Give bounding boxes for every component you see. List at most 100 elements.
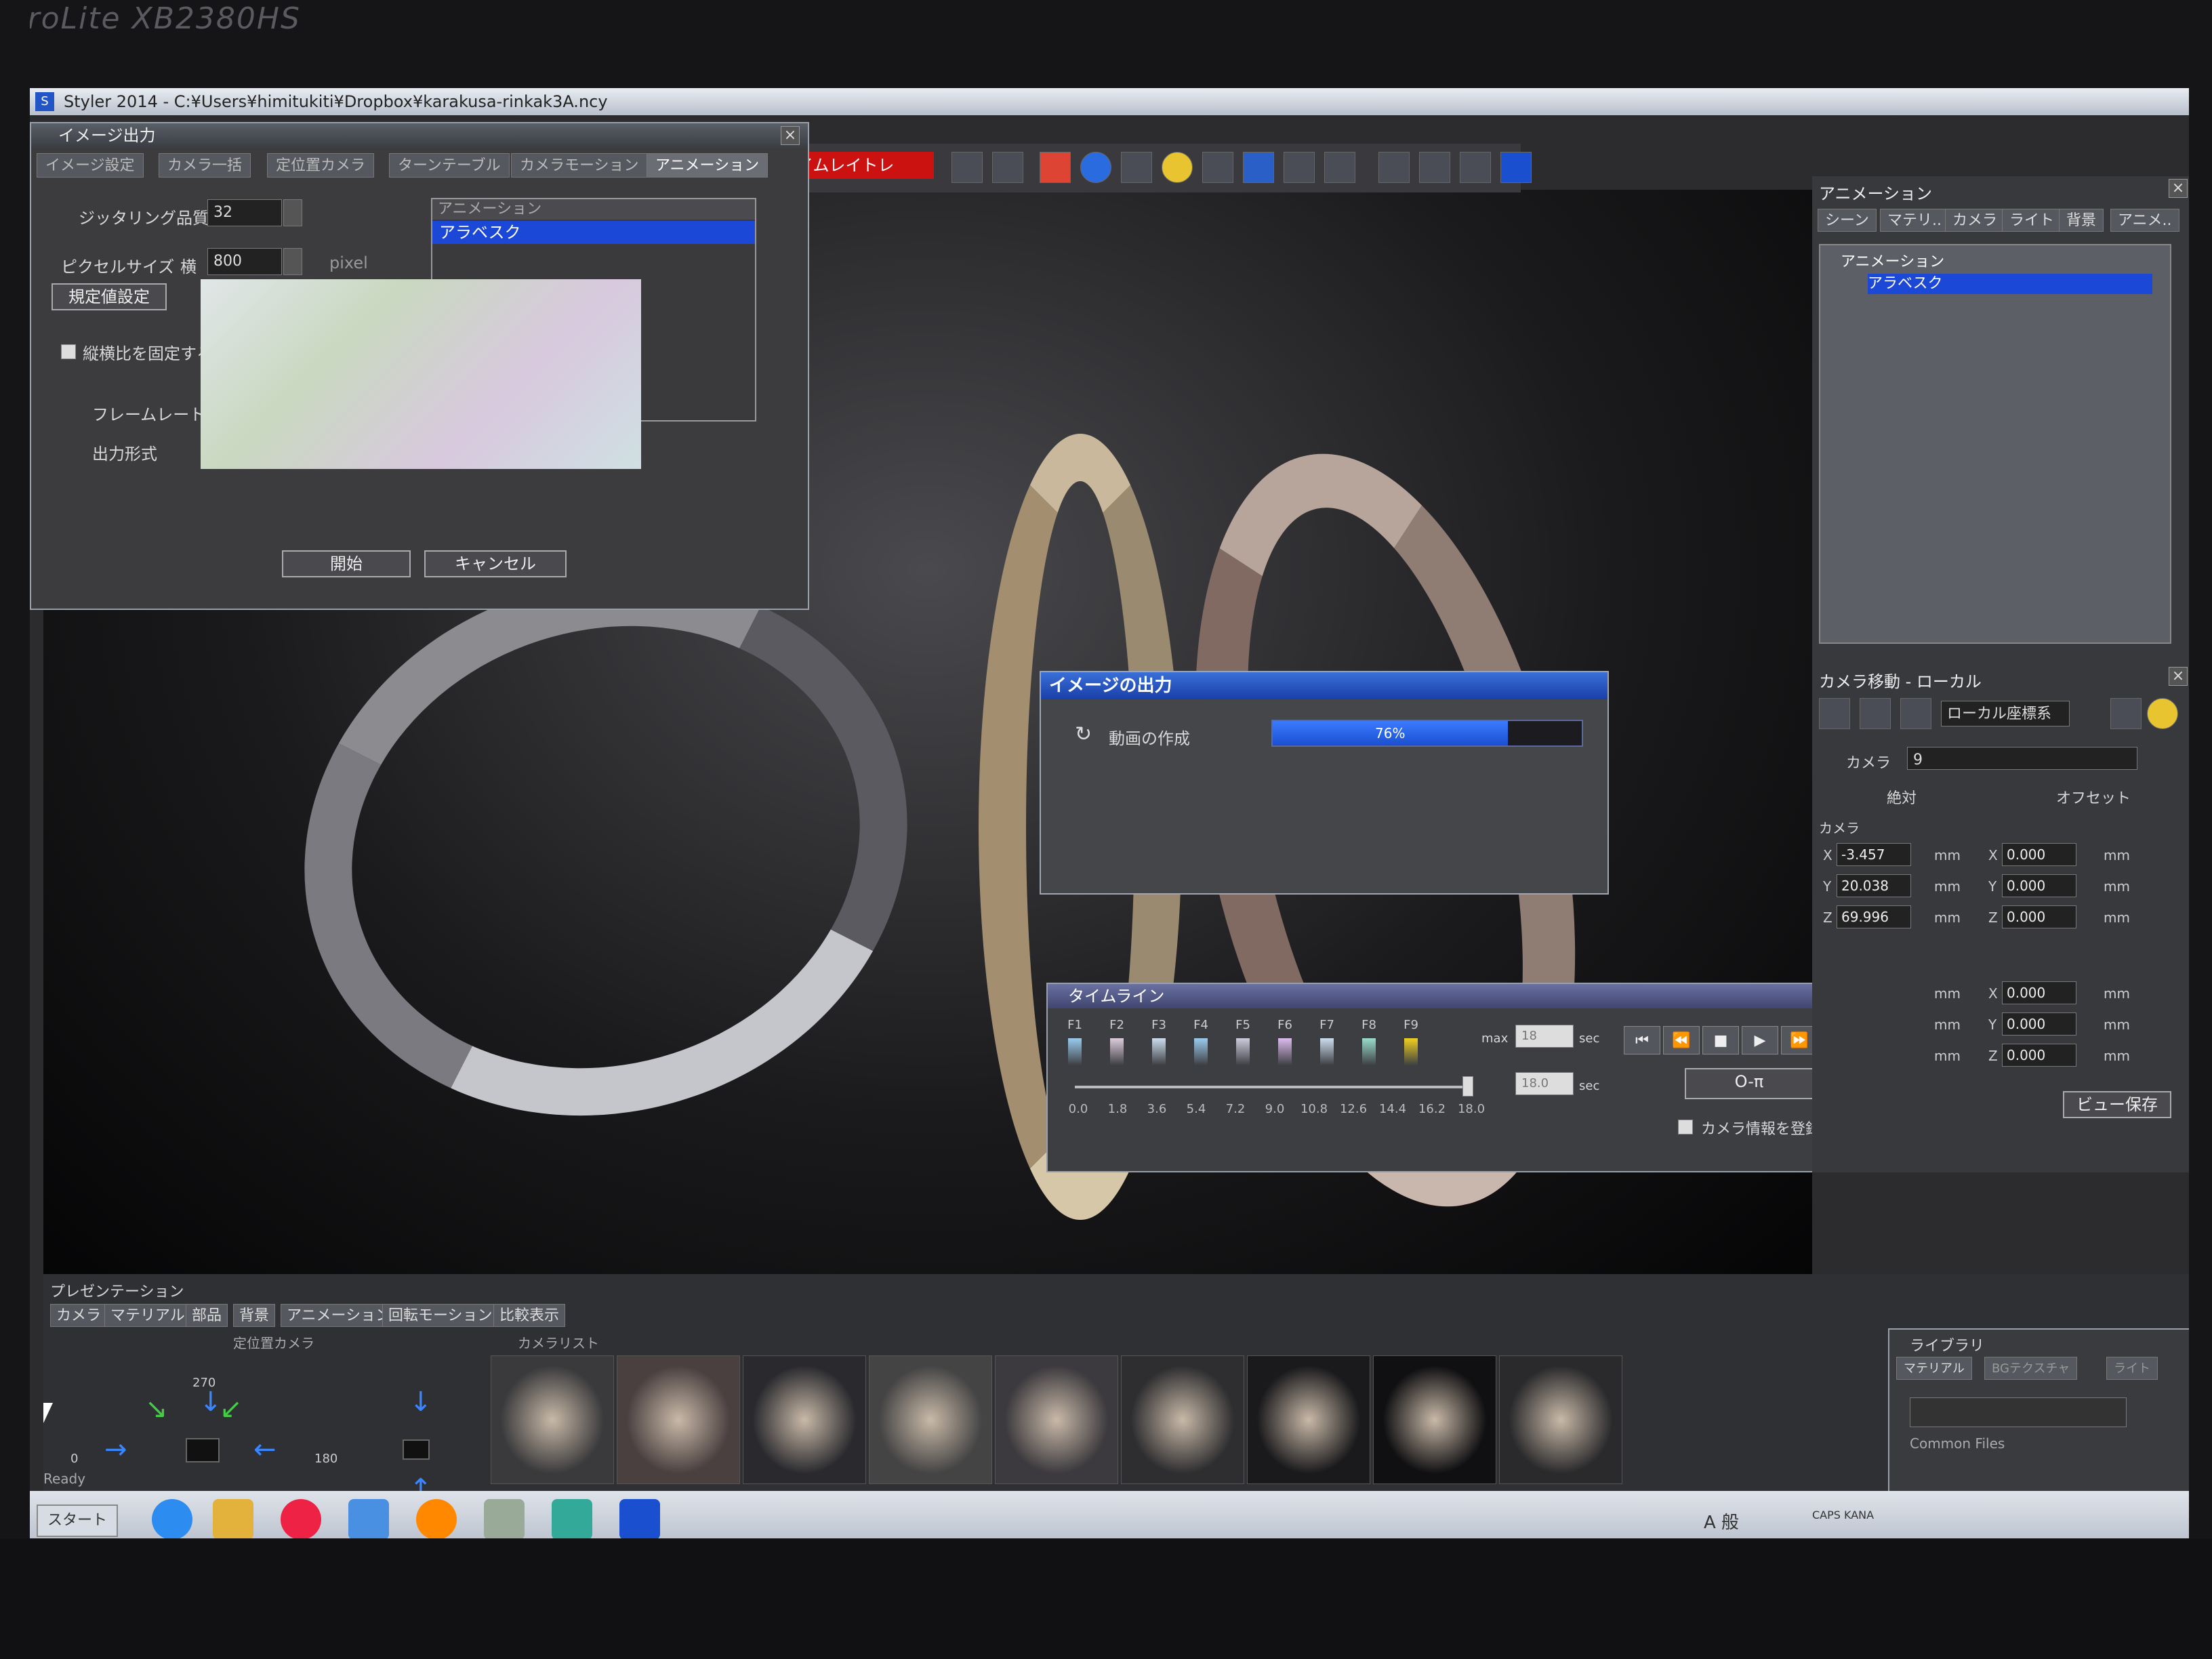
ime-indicator[interactable]: A 般 bbox=[1704, 1509, 1739, 1534]
jitter-spinner[interactable] bbox=[283, 199, 302, 226]
magic-icon[interactable] bbox=[1284, 152, 1315, 183]
light-icon[interactable] bbox=[1162, 152, 1193, 183]
tab-anime[interactable]: アニメ.. bbox=[2110, 209, 2179, 232]
camera-thumbnail[interactable] bbox=[869, 1355, 992, 1484]
tab-animation[interactable]: アニメーション bbox=[281, 1304, 397, 1327]
keyframe-marker[interactable] bbox=[1194, 1038, 1208, 1065]
material-icon[interactable] bbox=[1040, 152, 1071, 183]
camera-register-checkbox[interactable] bbox=[1678, 1120, 1693, 1134]
cube-icon[interactable] bbox=[1202, 152, 1233, 183]
tree-icon[interactable] bbox=[992, 152, 1023, 183]
tab-camera-motion[interactable]: カメラモーション bbox=[511, 153, 648, 178]
tab-image-settings[interactable]: イメージ設定 bbox=[37, 153, 144, 178]
presentation-icon[interactable] bbox=[1419, 152, 1450, 183]
width-spinner[interactable] bbox=[283, 248, 302, 275]
render-mode-dropdown[interactable]: イムレイトレ bbox=[792, 152, 934, 179]
app-icon[interactable] bbox=[552, 1499, 592, 1538]
keyframe-marker[interactable] bbox=[1278, 1038, 1292, 1065]
stop-button[interactable]: ■ bbox=[1702, 1026, 1739, 1054]
time-input[interactable]: 18.0 bbox=[1515, 1072, 1574, 1095]
folder-button[interactable] bbox=[1910, 1397, 2127, 1427]
close-icon[interactable]: × bbox=[2169, 179, 2188, 198]
background-icon[interactable] bbox=[1243, 152, 1274, 183]
camera-thumbnail[interactable] bbox=[617, 1355, 740, 1484]
arrow-down-icon[interactable]: ↓ bbox=[199, 1387, 222, 1418]
rotate-icon[interactable] bbox=[1324, 152, 1355, 183]
list-icon[interactable] bbox=[1460, 152, 1491, 183]
close-icon[interactable]: × bbox=[2169, 667, 2188, 686]
tab-fixed-camera[interactable]: 定位置カメラ bbox=[267, 153, 375, 178]
camera-thumbnail[interactable] bbox=[1499, 1355, 1622, 1484]
coord-dropdown[interactable]: ローカル座標系 bbox=[1941, 701, 2070, 726]
camera-icon[interactable] bbox=[1121, 152, 1152, 183]
y-abs-input[interactable]: 20.038 bbox=[1837, 874, 1911, 897]
z-abs-input[interactable]: 69.996 bbox=[1837, 905, 1911, 928]
slider-handle[interactable] bbox=[1462, 1076, 1473, 1097]
tab-material[interactable]: マテリ.. bbox=[1880, 209, 1949, 232]
width-input[interactable]: 800 bbox=[207, 248, 282, 275]
image-icon[interactable] bbox=[1378, 152, 1410, 183]
keyframe-marker[interactable] bbox=[1068, 1038, 1082, 1065]
z2-offset-input[interactable]: 0.000 bbox=[2002, 1044, 2076, 1067]
keyframe-marker[interactable] bbox=[1236, 1038, 1250, 1065]
close-icon[interactable]: × bbox=[781, 126, 800, 145]
camera-thumbnail[interactable] bbox=[1373, 1355, 1496, 1484]
tab-camera[interactable]: カメラ bbox=[1945, 209, 2005, 232]
key-button[interactable]: O-π bbox=[1685, 1068, 1814, 1099]
prev-frame-button[interactable]: ⏪ bbox=[1663, 1026, 1700, 1054]
play-button[interactable]: ▶ bbox=[1742, 1026, 1778, 1054]
tab-library-material[interactable]: マテリアル bbox=[1896, 1357, 1972, 1380]
x-offset-input[interactable]: 0.000 bbox=[2002, 843, 2076, 866]
keyframe-marker[interactable] bbox=[1362, 1038, 1376, 1065]
pan-icon[interactable] bbox=[1900, 698, 1931, 729]
move-icon[interactable] bbox=[1819, 698, 1850, 729]
app-icon[interactable] bbox=[348, 1499, 389, 1538]
arrow-right-icon[interactable]: → bbox=[104, 1434, 127, 1465]
tab-background[interactable]: 背景 bbox=[233, 1304, 276, 1327]
start-button[interactable]: スタート bbox=[37, 1504, 118, 1537]
save-view-button[interactable]: ビュー保存 bbox=[2063, 1091, 2171, 1118]
tab-animation[interactable]: アニメーション bbox=[647, 153, 769, 178]
list-item[interactable]: アラベスク bbox=[432, 221, 755, 244]
tree-root[interactable]: アニメーション bbox=[1841, 252, 1944, 272]
sphere-icon[interactable] bbox=[1080, 152, 1111, 183]
start-button[interactable]: 開始 bbox=[282, 550, 411, 577]
animation-tree[interactable]: アニメーション アラベスク bbox=[1819, 244, 2171, 644]
chrome-icon[interactable] bbox=[281, 1499, 321, 1538]
app-icon[interactable] bbox=[484, 1499, 525, 1538]
arrow-diagonal-icon[interactable]: ↘ bbox=[145, 1393, 168, 1425]
arrow-down-icon[interactable]: ↓ bbox=[409, 1387, 432, 1418]
preset-button[interactable]: 規定値設定 bbox=[52, 283, 167, 310]
camera-thumbnail[interactable] bbox=[1247, 1355, 1370, 1484]
x2-offset-input[interactable]: 0.000 bbox=[2002, 981, 2076, 1004]
camera-select[interactable]: 9 bbox=[1907, 747, 2137, 770]
tab-material[interactable]: マテリアル bbox=[104, 1304, 191, 1327]
camera-thumbnail[interactable] bbox=[491, 1355, 614, 1484]
keyframe-marker[interactable] bbox=[1320, 1038, 1334, 1065]
z-offset-input[interactable]: 0.000 bbox=[2002, 905, 2076, 928]
jitter-input[interactable]: 32 bbox=[207, 199, 282, 226]
folder-icon[interactable] bbox=[213, 1499, 253, 1538]
y2-offset-input[interactable]: 0.000 bbox=[2002, 1012, 2076, 1036]
ie-icon[interactable] bbox=[152, 1499, 192, 1538]
keyframe-marker[interactable] bbox=[1110, 1038, 1124, 1065]
tab-compare[interactable]: 比較表示 bbox=[493, 1304, 566, 1327]
styler-icon[interactable] bbox=[619, 1499, 660, 1538]
light-icon[interactable] bbox=[2147, 698, 2178, 729]
y-offset-input[interactable]: 0.000 bbox=[2002, 874, 2076, 897]
orbit-icon[interactable] bbox=[1860, 698, 1891, 729]
camera-thumbnail[interactable] bbox=[995, 1355, 1118, 1484]
aspect-checkbox[interactable] bbox=[61, 344, 76, 359]
app-icon[interactable] bbox=[416, 1499, 457, 1538]
tab-background[interactable]: 背景 bbox=[2059, 209, 2104, 232]
camera-thumbnail[interactable] bbox=[743, 1355, 866, 1484]
tab-rotation-motion[interactable]: 回転モーション bbox=[382, 1304, 499, 1327]
camera-icon[interactable] bbox=[2110, 698, 2142, 729]
grid-icon[interactable] bbox=[951, 152, 983, 183]
tab-camera-batch[interactable]: カメラ一括 bbox=[159, 153, 251, 178]
tab-library-bg[interactable]: BGテクスチャ bbox=[1984, 1357, 2078, 1380]
styler-icon[interactable] bbox=[1500, 152, 1532, 183]
tree-child[interactable]: アラベスク bbox=[1868, 274, 2152, 294]
keyframe-marker[interactable] bbox=[1404, 1038, 1418, 1065]
tab-parts[interactable]: 部品 bbox=[186, 1304, 228, 1327]
